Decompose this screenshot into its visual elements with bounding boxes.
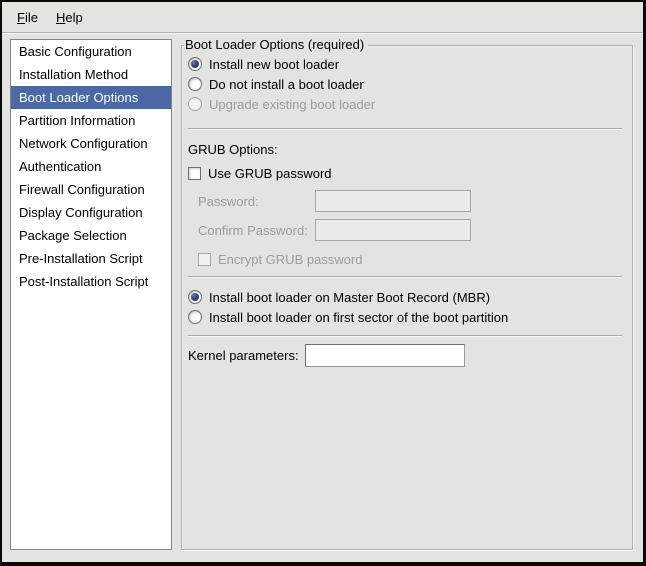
radio-button-icon (188, 97, 202, 111)
confirm-password-row: Confirm Password: (198, 219, 624, 241)
password-input (315, 190, 471, 212)
checkbox-encrypt-grub-password: Encrypt GRUB password (198, 251, 624, 267)
sidebar-item-network-configuration[interactable]: Network Configuration (11, 132, 171, 155)
menu-file-mnemonic: F (17, 10, 25, 25)
sidebar-item-package-selection[interactable]: Package Selection (11, 224, 171, 247)
kernel-parameters-input[interactable] (305, 344, 465, 367)
confirm-password-input (315, 219, 471, 241)
password-label: Password: (198, 194, 315, 209)
sidebar-item-authentication[interactable]: Authentication (11, 155, 171, 178)
kickstart-configurator-window: File Help Basic Configuration Installati… (0, 0, 646, 566)
separator (188, 276, 622, 278)
sidebar-item-post-installation-script[interactable]: Post-Installation Script (11, 270, 171, 293)
sidebar-item-display-configuration[interactable]: Display Configuration (11, 201, 171, 224)
grub-options-label: GRUB Options: (188, 141, 624, 157)
radio-button-icon (188, 57, 202, 71)
checkbox-label: Use GRUB password (208, 166, 332, 181)
radio-button-icon (188, 310, 202, 324)
menu-help-rest: elp (65, 10, 82, 25)
menu-file[interactable]: File (8, 7, 47, 28)
radio-button-icon (188, 290, 202, 304)
radio-label: Install new boot loader (209, 57, 339, 72)
menu-help-mnemonic: H (56, 10, 65, 25)
content-area: Basic Configuration Installation Method … (2, 33, 643, 562)
separator (188, 128, 622, 130)
kernel-parameters-row: Kernel parameters: (188, 344, 624, 367)
radio-install-on-mbr[interactable]: Install boot loader on Master Boot Recor… (188, 289, 624, 305)
sidebar-item-pre-installation-script[interactable]: Pre-Installation Script (11, 247, 171, 270)
radio-upgrade-existing-boot-loader: Upgrade existing boot loader (188, 96, 624, 112)
radio-install-new-boot-loader[interactable]: Install new boot loader (188, 56, 624, 72)
password-row: Password: (198, 190, 624, 212)
radio-label: Upgrade existing boot loader (209, 97, 375, 112)
separator (188, 335, 622, 337)
checkbox-icon (198, 253, 211, 266)
sidebar-item-basic-configuration[interactable]: Basic Configuration (11, 40, 171, 63)
menubar: File Help (2, 2, 643, 33)
boot-loader-options-frame: Boot Loader Options (required) Install n… (181, 45, 633, 550)
frame-title: Boot Loader Options (required) (184, 37, 368, 52)
sidebar-item-partition-information[interactable]: Partition Information (11, 109, 171, 132)
checkbox-icon (188, 167, 201, 180)
sidebar-item-boot-loader-options[interactable]: Boot Loader Options (11, 86, 171, 109)
radio-do-not-install-boot-loader[interactable]: Do not install a boot loader (188, 76, 624, 92)
menu-help[interactable]: Help (47, 7, 92, 28)
radio-label: Install boot loader on Master Boot Recor… (209, 290, 490, 305)
confirm-password-label: Confirm Password: (198, 223, 315, 238)
sidebar-item-firewall-configuration[interactable]: Firewall Configuration (11, 178, 171, 201)
checkbox-use-grub-password[interactable]: Use GRUB password (188, 165, 624, 181)
radio-label: Do not install a boot loader (209, 77, 364, 92)
radio-button-icon (188, 77, 202, 91)
section-list: Basic Configuration Installation Method … (10, 39, 172, 550)
radio-install-on-first-sector[interactable]: Install boot loader on first sector of t… (188, 309, 624, 325)
radio-label: Install boot loader on first sector of t… (209, 310, 508, 325)
sidebar-item-installation-method[interactable]: Installation Method (11, 63, 171, 86)
kernel-parameters-label: Kernel parameters: (188, 348, 305, 363)
menu-file-rest: ile (25, 10, 38, 25)
checkbox-label: Encrypt GRUB password (218, 252, 363, 267)
